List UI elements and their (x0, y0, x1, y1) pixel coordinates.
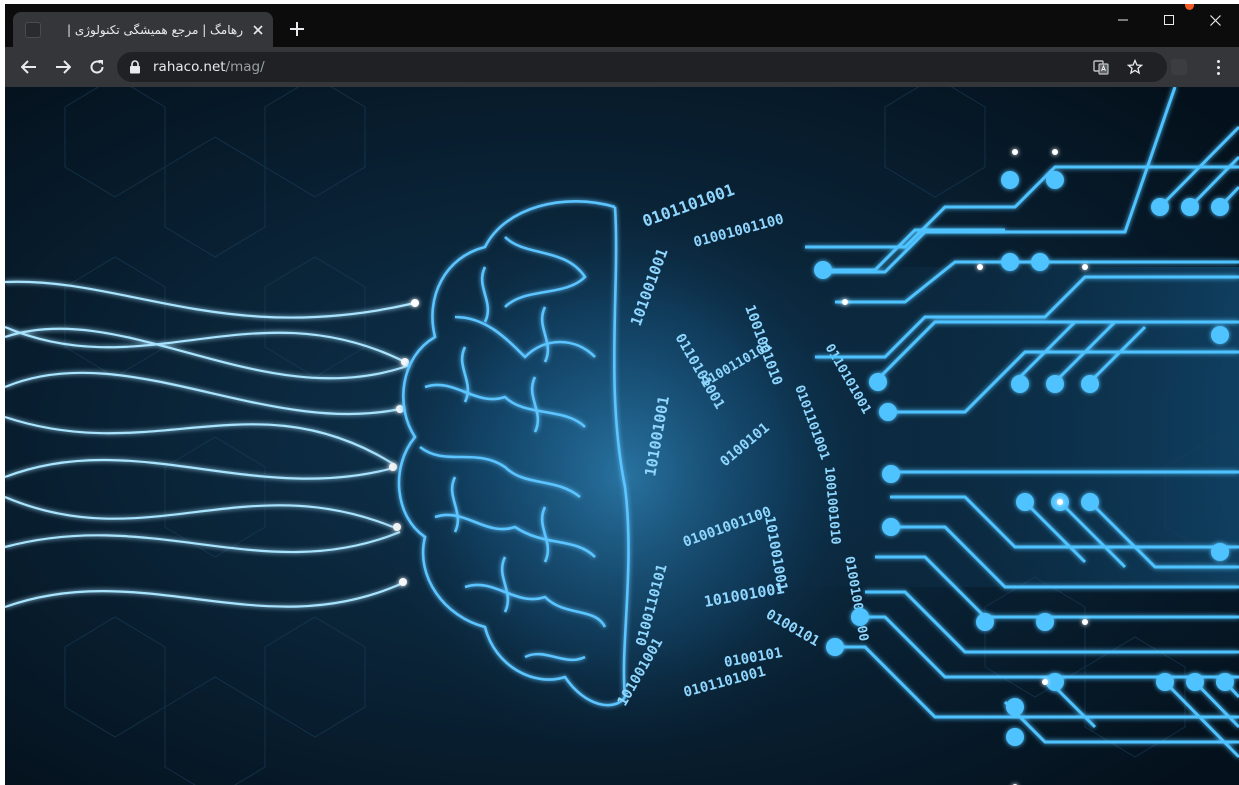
favicon-icon (25, 22, 41, 38)
url-host: rahaco.net (153, 59, 226, 75)
page-content: 0101101001 01001001100 101001001 0110101… (5, 87, 1239, 785)
browser-toolbar: rahaco.net/mag/ (5, 47, 1239, 87)
plus-icon (290, 22, 304, 36)
hero-image: 0101101001 01001001100 101001001 0110101… (5, 87, 1239, 785)
close-icon (1209, 15, 1221, 26)
bookmark-star-icon[interactable] (1126, 58, 1144, 75)
close-window-button[interactable] (1192, 6, 1238, 36)
translate-icon[interactable] (1093, 59, 1109, 75)
tab-close-icon[interactable] (249, 21, 267, 39)
url-text[interactable]: rahaco.net/mag/ (153, 58, 265, 76)
arrow-left-icon (21, 60, 36, 74)
forward-button[interactable] (49, 53, 77, 81)
url-path: /mag/ (225, 59, 265, 75)
kebab-menu-icon[interactable] (1205, 53, 1233, 81)
new-tab-button[interactable] (285, 18, 309, 42)
back-button[interactable] (15, 53, 43, 81)
address-bar[interactable]: rahaco.net/mag/ (117, 52, 1167, 82)
arrow-right-icon (56, 60, 71, 74)
reload-button[interactable] (83, 53, 111, 81)
maximize-button[interactable] (1146, 6, 1192, 36)
browser-window: رهامگ | مرجع همیشگی تکنولوژی | rahaco.ne… (5, 4, 1239, 785)
reload-icon (90, 60, 104, 74)
minimize-button[interactable] (1100, 6, 1146, 36)
browser-tab[interactable]: رهامگ | مرجع همیشگی تکنولوژی | (13, 12, 273, 47)
lock-icon[interactable] (129, 60, 141, 74)
minimize-icon (1118, 19, 1128, 21)
extension-icon[interactable] (1171, 59, 1187, 75)
maximize-icon (1164, 15, 1174, 25)
tab-strip: رهامگ | مرجع همیشگی تکنولوژی | (5, 4, 1239, 47)
tab-title: رهامگ | مرجع همیشگی تکنولوژی | (66, 23, 243, 37)
